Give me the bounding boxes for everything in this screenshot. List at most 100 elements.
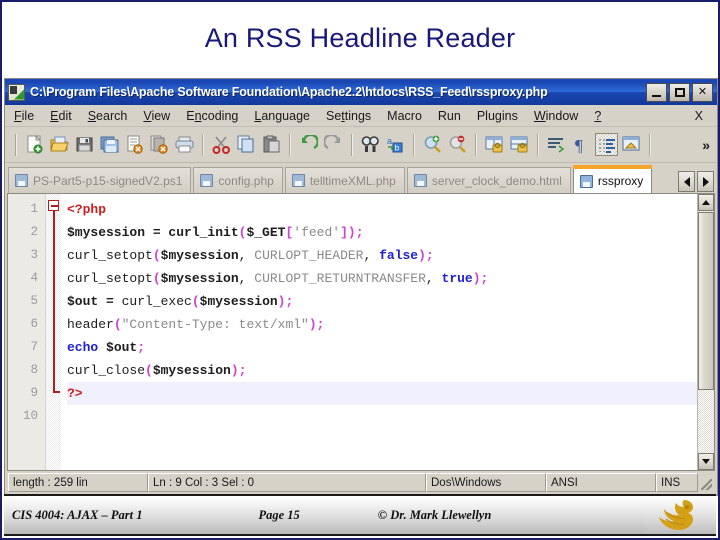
line-number: 4 <box>30 271 38 285</box>
toolbar-overflow-icon[interactable]: » <box>702 137 710 153</box>
window-title: C:\Program Files\Apache Software Foundat… <box>30 85 548 99</box>
menu-item-language[interactable]: Language <box>254 108 318 124</box>
file-icon <box>579 174 593 188</box>
scroll-tabs-right-button[interactable] <box>697 171 714 192</box>
line-number: 2 <box>30 225 38 239</box>
menu-item-view[interactable]: View <box>143 108 178 124</box>
replace-icon[interactable]: ab <box>384 133 407 156</box>
svg-text:¶: ¶ <box>575 136 583 154</box>
tab-server-clock-demo-html[interactable]: server_clock_demo.html <box>406 167 571 193</box>
word-wrap-icon[interactable] <box>545 133 568 156</box>
scroll-down-button[interactable] <box>698 453 714 470</box>
notepad-plus-plus-window: C:\Program Files\Apache Software Foundat… <box>4 78 718 496</box>
menu-item-search[interactable]: Search <box>88 108 136 124</box>
status-length: length : 259 lin <box>8 473 148 492</box>
paste-icon[interactable] <box>260 133 283 156</box>
menu-item-settings[interactable]: Settings <box>326 108 379 124</box>
ucf-pegasus-logo <box>644 494 716 536</box>
menu-bar: File Edit Search View Encoding Language … <box>5 105 717 127</box>
status-eol-format: Dos\Windows <box>426 473 546 492</box>
toolbar-separator <box>475 133 477 156</box>
save-all-icon[interactable] <box>98 133 121 156</box>
menu-item-help[interactable]: ? <box>594 108 609 124</box>
slide: An RSS Headline Reader C:\Program Files\… <box>0 0 720 540</box>
slide-footer: CIS 4004: AJAX – Part 1 Page 15 © Dr. Ma… <box>4 494 716 536</box>
indent-guideline-icon[interactable] <box>595 133 618 156</box>
tab-label: rssproxy <box>597 174 644 188</box>
line-number: 5 <box>30 294 38 308</box>
menu-item-encoding[interactable]: Encoding <box>186 108 246 124</box>
print-icon[interactable] <box>173 133 196 156</box>
sync-vertical-scroll-icon[interactable] <box>483 133 506 156</box>
footer-copyright: © Dr. Mark Llewellyn <box>377 507 492 522</box>
tab-rssproxy-php[interactable]: rssproxy <box>572 165 653 193</box>
user-defined-dialog-icon[interactable] <box>620 133 643 156</box>
toolbar-separator <box>413 133 415 156</box>
tab-config-php[interactable]: config.php <box>193 167 283 193</box>
menu-item-file[interactable]: File <box>14 108 42 124</box>
code-line-4: curl_setopt($mysession, CURLOPT_RETURNTR… <box>67 271 489 286</box>
close-button[interactable]: ✕ <box>692 82 713 102</box>
find-icon[interactable] <box>359 133 382 156</box>
file-icon <box>291 174 305 187</box>
line-number: 7 <box>30 340 38 354</box>
fold-range-line <box>53 211 55 393</box>
svg-text:a: a <box>387 136 392 146</box>
menu-item-edit[interactable]: Edit <box>50 108 80 124</box>
maximize-button[interactable] <box>669 82 690 102</box>
menu-item-macro[interactable]: Macro <box>387 108 430 124</box>
minimize-button[interactable] <box>646 82 667 102</box>
close-document-button[interactable]: X <box>695 109 703 123</box>
svg-text:b: b <box>395 144 400 153</box>
line-number: 3 <box>30 248 38 262</box>
menu-item-window[interactable]: Window <box>534 108 586 124</box>
line-number: 9 <box>30 386 38 400</box>
zoom-in-icon[interactable] <box>421 133 444 156</box>
vertical-scrollbar[interactable] <box>697 194 714 470</box>
tab-telltimexml-php[interactable]: telltimeXML.php <box>284 167 405 193</box>
tab-bar: PS-Part5-p15-signedV2.ps1 config.php tel… <box>5 163 717 193</box>
toolbar-separator <box>202 133 204 156</box>
code-line-6: header("Content-Type: text/xml"); <box>67 317 325 332</box>
window-title-bar: C:\Program Files\Apache Software Foundat… <box>5 79 717 105</box>
copy-icon[interactable] <box>235 133 258 156</box>
fold-collapse-icon[interactable] <box>48 200 59 211</box>
undo-icon[interactable] <box>297 133 320 156</box>
new-file-icon[interactable] <box>23 133 46 156</box>
cut-icon[interactable] <box>210 133 233 156</box>
scroll-up-button[interactable] <box>698 194 714 211</box>
file-icon <box>413 174 427 187</box>
code-folding-margin[interactable] <box>46 194 61 470</box>
redo-icon[interactable] <box>322 133 345 156</box>
page-title: An RSS Headline Reader <box>204 22 516 53</box>
scroll-tabs-left-button[interactable] <box>678 171 695 192</box>
open-file-icon[interactable] <box>48 133 71 156</box>
status-encoding: ANSI <box>546 473 656 492</box>
footer-course: CIS 4004: AJAX – Part 1 <box>12 507 143 522</box>
show-all-characters-icon[interactable]: ¶ <box>570 133 593 156</box>
file-icon <box>200 174 214 187</box>
status-position: Ln : 9 Col : 3 Sel : 0 <box>148 473 426 492</box>
code-line-5: $out = curl_exec($mysession); <box>67 294 294 309</box>
line-number: 8 <box>30 363 38 377</box>
status-insert-mode: INS <box>656 473 698 492</box>
code-content[interactable]: <?php $mysession = curl_init($_GET['feed… <box>61 194 697 470</box>
code-editor[interactable]: 1 2 3 4 5 6 7 8 9 10 <?php $mysession = … <box>7 193 715 471</box>
scrollbar-track[interactable] <box>698 390 714 453</box>
tab-ps-part5[interactable]: PS-Part5-p15-signedV2.ps1 <box>8 167 192 193</box>
menu-item-run[interactable]: Run <box>438 108 469 124</box>
code-line-3: curl_setopt($mysession, CURLOPT_HEADER, … <box>67 248 434 263</box>
toolbar-separator <box>537 133 539 156</box>
menu-item-plugins[interactable]: Plugins <box>477 108 526 124</box>
close-file-icon[interactable] <box>123 133 146 156</box>
line-number-gutter: 1 2 3 4 5 6 7 8 9 10 <box>8 194 46 470</box>
resize-grip-icon[interactable] <box>698 473 714 492</box>
line-number: 1 <box>30 202 38 216</box>
save-icon[interactable] <box>73 133 96 156</box>
zoom-out-icon[interactable] <box>446 133 469 156</box>
scrollbar-thumb[interactable] <box>698 212 714 390</box>
close-all-icon[interactable] <box>148 133 171 156</box>
toolbar-separator <box>15 133 17 156</box>
sync-horizontal-scroll-icon[interactable] <box>508 133 531 156</box>
